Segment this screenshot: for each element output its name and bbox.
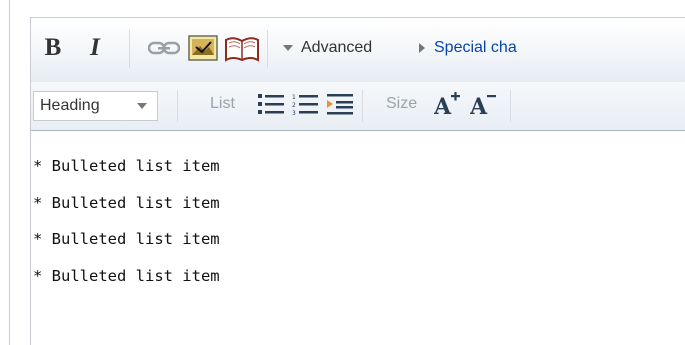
chevron-down-icon [283, 45, 293, 51]
wikitext-editor: B I Advanced Special cha Heading List 1 … [30, 17, 685, 345]
list-group-label: List [210, 95, 235, 112]
heading-dropdown[interactable]: Heading [33, 91, 158, 121]
svg-text:A: A [434, 94, 452, 116]
bulleted-list-icon[interactable] [258, 93, 284, 120]
toolbar-separator [362, 90, 363, 122]
toolbar-separator [129, 30, 130, 68]
special-characters-label: Special cha [434, 39, 517, 56]
chevron-right-icon [419, 43, 425, 53]
heading-dropdown-value: Heading [40, 97, 100, 114]
smaller-text-icon[interactable]: A [469, 92, 498, 121]
wikitext-textarea[interactable]: * Bulleted list item * Bulleted list ite… [31, 148, 685, 345]
svg-text:3: 3 [292, 110, 296, 115]
size-group-label: Size [386, 95, 418, 112]
indent-icon[interactable] [327, 93, 353, 120]
toolbar-advanced-row: Heading List 1 2 3 Size A A [31, 82, 685, 131]
special-characters-tab[interactable]: Special cha [419, 39, 517, 57]
text-line: * Bulleted list item [33, 193, 220, 212]
numbered-list-icon[interactable]: 1 2 3 [292, 93, 318, 120]
svg-text:A: A [470, 94, 488, 116]
italic-button[interactable]: I [86, 34, 104, 62]
svg-text:2: 2 [292, 102, 296, 109]
advanced-tab[interactable]: Advanced [283, 39, 372, 57]
text-line: * Bulleted list item [33, 230, 220, 248]
toolbar-separator [510, 90, 511, 122]
chevron-down-icon [137, 103, 147, 109]
text-line: * Bulleted list item [33, 266, 220, 285]
svg-text:1: 1 [292, 94, 296, 101]
toolbar-separator [177, 90, 178, 122]
link-icon[interactable] [147, 40, 181, 61]
advanced-label: Advanced [301, 39, 373, 56]
toolbar-main-row: B I Advanced Special cha [31, 18, 685, 83]
bigger-text-icon[interactable]: A [433, 92, 462, 121]
reference-book-icon[interactable] [224, 34, 260, 67]
page-left-border [9, 0, 10, 345]
bold-button[interactable]: B [42, 34, 64, 62]
toolbar-separator [267, 30, 268, 68]
embedded-file-icon[interactable] [188, 35, 218, 66]
text-line: * Bulleted list item [33, 157, 220, 175]
